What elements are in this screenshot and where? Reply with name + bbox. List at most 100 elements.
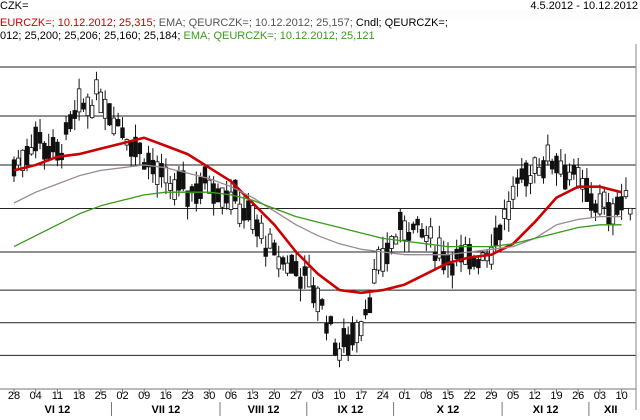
candle-body-up (602, 191, 607, 208)
candle-body-down (298, 276, 303, 289)
candle-body-down (328, 316, 334, 325)
candle-body-down (263, 247, 268, 257)
candle-body-up (502, 208, 507, 219)
month-label-5: XI 12 (533, 404, 559, 416)
legend-line-2: 012; 25,200; 25,206; 25,160; 25,184; EMA… (0, 30, 375, 42)
candle-body-down (137, 142, 143, 155)
x-tick-label-3: 18 (73, 390, 85, 402)
x-tick-label-6: 09 (138, 390, 150, 402)
x-tick-label-15: 10 (333, 390, 345, 402)
x-tick-label-13: 27 (290, 390, 302, 402)
x-tick-label-7: 16 (160, 390, 172, 402)
x-tick-label-8: 23 (181, 390, 193, 402)
candle-body-up (558, 160, 564, 175)
x-tick-label-12: 20 (268, 390, 280, 402)
candle-body-down (476, 259, 481, 269)
x-tick-label-9: 30 (203, 390, 215, 402)
candle-body-down (406, 231, 412, 241)
x-tick-label-14: 03 (312, 390, 324, 402)
candle-body-up (111, 117, 117, 135)
candle-body-up (168, 183, 173, 191)
candle-body-up (259, 222, 264, 240)
candle-body-down (515, 177, 520, 184)
candle-body-down (311, 285, 316, 304)
candle-body-up (628, 207, 633, 215)
x-tick-label-10: 06 (225, 390, 237, 402)
candle-body-down (450, 263, 455, 276)
candle-body-up (354, 321, 360, 344)
candle-body-up (16, 157, 21, 166)
x-tick-label-23: 05 (507, 390, 519, 402)
x-tick-label-11: 13 (247, 390, 259, 402)
month-label-0: VI 12 (45, 404, 71, 416)
candle-body-down (385, 242, 390, 265)
x-tick-label-24: 12 (529, 390, 541, 402)
candle-body-down (593, 203, 598, 213)
candle-body-down (345, 334, 351, 356)
candle-body-down (589, 193, 594, 211)
candle-body-down (332, 342, 338, 356)
chart-date-range: 4.5.2012 - 10.12.2012 (530, 0, 638, 12)
candle-body-up (424, 235, 429, 242)
candle-body-up (528, 175, 533, 184)
candle-body-up (98, 91, 103, 114)
x-tick-label-18: 01 (398, 390, 410, 402)
candle-body-up (172, 179, 177, 200)
candle-body-down (272, 242, 277, 256)
candle-body-up (402, 220, 407, 241)
legend-close-series: EURCZK=; 10.12.2012; 25,315; (0, 17, 156, 29)
candle-body-down (319, 299, 325, 306)
candle-body-up (250, 205, 255, 230)
candle-body-down (615, 196, 620, 215)
legend-ohlc-values: 012; 25,200; 25,206; 25,160; 25,184; (0, 30, 180, 42)
candle-body-down (72, 110, 77, 119)
candle-body-up (102, 98, 108, 119)
candle-body-down (419, 229, 425, 238)
legend-ema-series: EMA; QEURCZK=; 10.12.2012; 25,157; (156, 17, 353, 29)
legend-ema-green-series: EMA; QEURCZK=; 10.12.2012; 25,121 (180, 30, 374, 42)
candle-body-down (63, 122, 69, 135)
month-label-6: XII (604, 404, 617, 416)
candle-body-up (623, 190, 629, 198)
candle-body-down (68, 114, 73, 130)
candle-body-up (610, 203, 616, 225)
candle-body-down (350, 322, 355, 346)
month-label-2: VIII 12 (248, 404, 280, 416)
candle-body-down (46, 145, 51, 159)
candle-body-down (523, 162, 529, 187)
candle-body-up (315, 287, 320, 313)
candle-body-down (202, 166, 208, 184)
candle-body-down (50, 137, 56, 153)
candle-body-down (293, 261, 299, 277)
candle-body-down (549, 160, 555, 170)
x-tick-label-22: 29 (485, 390, 497, 402)
candle-body-down (33, 126, 38, 152)
candle (107, 103, 112, 127)
x-tick-label-16: 17 (355, 390, 367, 402)
candle-body-down (398, 211, 403, 230)
x-tick-label-0: 28 (8, 390, 20, 402)
candle-body-up (536, 166, 542, 176)
x-tick-label-20: 15 (442, 390, 454, 402)
candle-body-up (337, 348, 342, 361)
candle-body-down (128, 141, 134, 157)
candle-body-down (181, 170, 186, 190)
candle-body-up (428, 226, 433, 239)
candle-body-down (150, 159, 156, 175)
candle-body-down (562, 164, 568, 190)
candle-body-down (280, 257, 286, 265)
x-tick-label-19: 08 (420, 390, 432, 402)
candle-body-up (89, 104, 95, 119)
candle-body-down (324, 322, 329, 334)
candle-body-down (37, 132, 43, 144)
x-tick-label-21: 22 (464, 390, 476, 402)
x-tick-label-27: 03 (594, 390, 606, 402)
candle-body-down (107, 103, 112, 126)
candle-body-down (241, 208, 247, 221)
candle-body-up (220, 187, 225, 208)
candle-body-down (115, 119, 121, 127)
candle-body-up (506, 201, 511, 220)
candle-body-up (567, 171, 572, 181)
candle (98, 88, 103, 114)
candle-body-up (76, 88, 82, 113)
